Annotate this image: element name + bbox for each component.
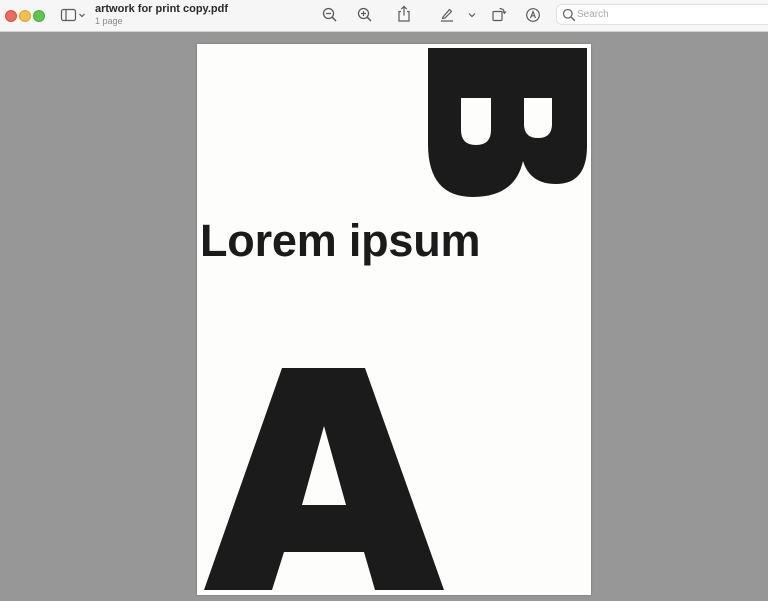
search-input[interactable] xyxy=(577,7,757,22)
share-button[interactable] xyxy=(395,4,413,24)
letter-a-glyph xyxy=(204,368,444,590)
zoom-out-button[interactable] xyxy=(321,6,339,24)
zoom-in-icon xyxy=(357,7,372,22)
search-field[interactable] xyxy=(556,4,768,25)
markup-button[interactable] xyxy=(524,6,542,24)
toolbar: artwork for print copy.pdf 1 page xyxy=(0,0,768,32)
zoom-in-button[interactable] xyxy=(356,6,374,24)
rotate-button[interactable] xyxy=(490,5,508,23)
close-icon[interactable] xyxy=(5,10,17,22)
zoom-icon[interactable] xyxy=(33,10,45,22)
highlight-button[interactable] xyxy=(438,5,456,23)
highlight-menu-button[interactable] xyxy=(466,9,478,21)
page-heading: Lorem ipsum xyxy=(200,215,481,266)
zoom-out-icon xyxy=(322,7,337,22)
document-page-count: 1 page xyxy=(95,16,123,26)
pdf-page: Lorem ipsum xyxy=(197,44,591,595)
letter-b-glyph xyxy=(428,48,587,197)
sidebar-icon xyxy=(60,8,85,22)
sidebar-toggle-button[interactable] xyxy=(60,7,88,23)
minimize-icon[interactable] xyxy=(19,10,31,22)
pen-icon xyxy=(441,8,453,22)
share-icon xyxy=(398,5,410,22)
rotate-icon xyxy=(492,7,507,22)
search-icon xyxy=(562,8,576,22)
markup-icon xyxy=(526,8,540,22)
chevron-down-icon xyxy=(468,13,476,18)
document-title: artwork for print copy.pdf xyxy=(95,3,229,15)
